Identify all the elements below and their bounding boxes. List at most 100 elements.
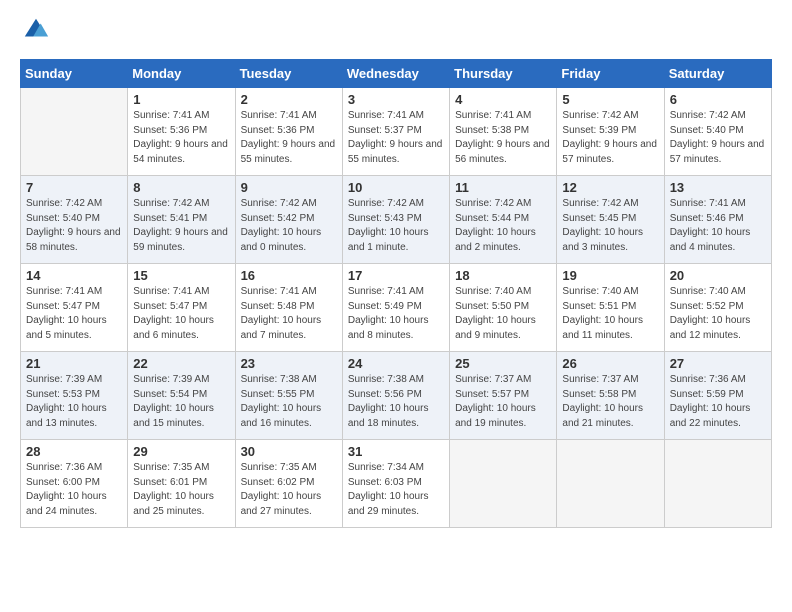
calendar-cell: 12 Sunrise: 7:42 AMSunset: 5:45 PMDayligh… — [557, 176, 664, 264]
calendar-cell — [664, 440, 771, 528]
header-saturday: Saturday — [664, 60, 771, 88]
day-number: 21 — [26, 356, 122, 371]
calendar-cell: 3 Sunrise: 7:41 AMSunset: 5:37 PMDaylight… — [342, 88, 449, 176]
calendar-cell: 21 Sunrise: 7:39 AMSunset: 5:53 PMDayligh… — [21, 352, 128, 440]
day-info: Sunrise: 7:42 AMSunset: 5:40 PMDaylight:… — [26, 197, 122, 255]
day-number: 10 — [348, 180, 444, 195]
day-number: 8 — [133, 180, 229, 195]
calendar-cell: 29 Sunrise: 7:35 AMSunset: 6:01 PMDayligh… — [128, 440, 235, 528]
day-info: Sunrise: 7:42 AMSunset: 5:44 PMDaylight:… — [455, 197, 551, 255]
day-number: 28 — [26, 444, 122, 459]
calendar-cell: 15 Sunrise: 7:41 AMSunset: 5:47 PMDayligh… — [128, 264, 235, 352]
day-number: 14 — [26, 268, 122, 283]
day-number: 20 — [670, 268, 766, 283]
header-thursday: Thursday — [450, 60, 557, 88]
calendar-cell: 7 Sunrise: 7:42 AMSunset: 5:40 PMDaylight… — [21, 176, 128, 264]
day-number: 24 — [348, 356, 444, 371]
day-info: Sunrise: 7:35 AMSunset: 6:02 PMDaylight:… — [241, 461, 337, 519]
calendar-cell: 14Sunrise: 7:41 AMSunset: 5:47 PMDayligh… — [21, 264, 128, 352]
calendar-cell: 22 Sunrise: 7:39 AMSunset: 5:54 PMDayligh… — [128, 352, 235, 440]
calendar-header-row: SundayMondayTuesdayWednesdayThursdayFrid… — [21, 60, 772, 88]
day-number: 12 — [562, 180, 658, 195]
day-number: 26 — [562, 356, 658, 371]
calendar-cell: 13 Sunrise: 7:41 AMSunset: 5:46 PMDayligh… — [664, 176, 771, 264]
day-info: Sunrise: 7:40 AMSunset: 5:51 PMDaylight:… — [562, 285, 658, 343]
day-info: Sunrise: 7:39 AMSunset: 5:53 PMDaylight:… — [26, 373, 122, 431]
calendar-week-row: 1Sunrise: 7:41 AMSunset: 5:36 PMDaylight… — [21, 88, 772, 176]
calendar-cell: 9 Sunrise: 7:42 AMSunset: 5:42 PMDaylight… — [235, 176, 342, 264]
day-number: 22 — [133, 356, 229, 371]
day-number: 23 — [241, 356, 337, 371]
calendar-cell: 8Sunrise: 7:42 AMSunset: 5:41 PMDaylight… — [128, 176, 235, 264]
day-number: 2 — [241, 92, 337, 107]
day-info: Sunrise: 7:36 AMSunset: 5:59 PMDaylight:… — [670, 373, 766, 431]
page-header — [20, 16, 772, 49]
day-info: Sunrise: 7:36 AMSunset: 6:00 PMDaylight:… — [26, 461, 122, 519]
day-info: Sunrise: 7:41 AMSunset: 5:38 PMDaylight:… — [455, 109, 551, 167]
calendar-cell: 17Sunrise: 7:41 AMSunset: 5:49 PMDayligh… — [342, 264, 449, 352]
calendar-cell: 30 Sunrise: 7:35 AMSunset: 6:02 PMDayligh… — [235, 440, 342, 528]
day-info: Sunrise: 7:34 AMSunset: 6:03 PMDaylight:… — [348, 461, 444, 519]
header-tuesday: Tuesday — [235, 60, 342, 88]
day-info: Sunrise: 7:42 AMSunset: 5:43 PMDaylight:… — [348, 197, 444, 255]
day-number: 31 — [348, 444, 444, 459]
calendar-cell: 20Sunrise: 7:40 AMSunset: 5:52 PMDayligh… — [664, 264, 771, 352]
header-monday: Monday — [128, 60, 235, 88]
day-info: Sunrise: 7:42 AMSunset: 5:45 PMDaylight:… — [562, 197, 658, 255]
calendar-cell: 11 Sunrise: 7:42 AMSunset: 5:44 PMDayligh… — [450, 176, 557, 264]
day-info: Sunrise: 7:41 AMSunset: 5:46 PMDaylight:… — [670, 197, 766, 255]
day-info: Sunrise: 7:39 AMSunset: 5:54 PMDaylight:… — [133, 373, 229, 431]
logo-icon — [22, 16, 50, 44]
calendar-cell: 24 Sunrise: 7:38 AMSunset: 5:56 PMDayligh… — [342, 352, 449, 440]
calendar-cell: 4 Sunrise: 7:41 AMSunset: 5:38 PMDaylight… — [450, 88, 557, 176]
day-info: Sunrise: 7:41 AMSunset: 5:47 PMDaylight:… — [133, 285, 229, 343]
day-number: 25 — [455, 356, 551, 371]
day-info: Sunrise: 7:41 AMSunset: 5:48 PMDaylight:… — [241, 285, 337, 343]
calendar-cell: 19 Sunrise: 7:40 AMSunset: 5:51 PMDayligh… — [557, 264, 664, 352]
header-wednesday: Wednesday — [342, 60, 449, 88]
day-info: Sunrise: 7:41 AMSunset: 5:36 PMDaylight:… — [241, 109, 337, 167]
day-number: 16 — [241, 268, 337, 283]
day-info: Sunrise: 7:40 AMSunset: 5:50 PMDaylight:… — [455, 285, 551, 343]
calendar-cell: 31 Sunrise: 7:34 AMSunset: 6:03 PMDayligh… — [342, 440, 449, 528]
day-number: 7 — [26, 180, 122, 195]
day-number: 30 — [241, 444, 337, 459]
day-info: Sunrise: 7:41 AMSunset: 5:37 PMDaylight:… — [348, 109, 444, 167]
calendar-cell: 6 Sunrise: 7:42 AMSunset: 5:40 PMDaylight… — [664, 88, 771, 176]
day-number: 18 — [455, 268, 551, 283]
day-number: 19 — [562, 268, 658, 283]
day-info: Sunrise: 7:38 AMSunset: 5:55 PMDaylight:… — [241, 373, 337, 431]
calendar-week-row: 14 Sunrise: 7:41 AMSunset: 5:47 PMDayligh… — [21, 264, 772, 352]
day-number: 13 — [670, 180, 766, 195]
day-info: Sunrise: 7:37 AMSunset: 5:57 PMDaylight:… — [455, 373, 551, 431]
calendar-cell: 27 Sunrise: 7:36 AMSunset: 5:59 PMDayligh… — [664, 352, 771, 440]
day-number: 6 — [670, 92, 766, 107]
day-info: Sunrise: 7:42 AMSunset: 5:40 PMDaylight:… — [670, 109, 766, 167]
calendar-cell: 2 Sunrise: 7:41 AMSunset: 5:36 PMDaylight… — [235, 88, 342, 176]
calendar-cell — [557, 440, 664, 528]
calendar-cell: 16 Sunrise: 7:41 AMSunset: 5:48 PMDayligh… — [235, 264, 342, 352]
day-number: 17 — [348, 268, 444, 283]
day-info: Sunrise: 7:38 AMSunset: 5:56 PMDaylight:… — [348, 373, 444, 431]
day-number: 15 — [133, 268, 229, 283]
day-number: 29 — [133, 444, 229, 459]
calendar-cell: 25 Sunrise: 7:37 AMSunset: 5:57 PMDayligh… — [450, 352, 557, 440]
logo — [20, 16, 50, 49]
calendar-cell: 5 Sunrise: 7:42 AMSunset: 5:39 PMDaylight… — [557, 88, 664, 176]
header-sunday: Sunday — [21, 60, 128, 88]
day-info: Sunrise: 7:42 AMSunset: 5:42 PMDaylight:… — [241, 197, 337, 255]
calendar-cell: 23 Sunrise: 7:38 AMSunset: 5:55 PMDayligh… — [235, 352, 342, 440]
day-info: Sunrise: 7:41 AMSunset: 5:36 PMDaylight:… — [133, 109, 229, 167]
day-info: Sunrise: 7:35 AMSunset: 6:01 PMDaylight:… — [133, 461, 229, 519]
day-number: 27 — [670, 356, 766, 371]
day-info: Sunrise: 7:42 AMSunset: 5:39 PMDaylight:… — [562, 109, 658, 167]
day-number: 9 — [241, 180, 337, 195]
day-number: 5 — [562, 92, 658, 107]
calendar-week-row: 28 Sunrise: 7:36 AMSunset: 6:00 PMDayligh… — [21, 440, 772, 528]
day-number: 3 — [348, 92, 444, 107]
day-number: 11 — [455, 180, 551, 195]
header-friday: Friday — [557, 60, 664, 88]
day-number: 4 — [455, 92, 551, 107]
calendar-week-row: 21 Sunrise: 7:39 AMSunset: 5:53 PMDayligh… — [21, 352, 772, 440]
calendar-cell: 10 Sunrise: 7:42 AMSunset: 5:43 PMDayligh… — [342, 176, 449, 264]
